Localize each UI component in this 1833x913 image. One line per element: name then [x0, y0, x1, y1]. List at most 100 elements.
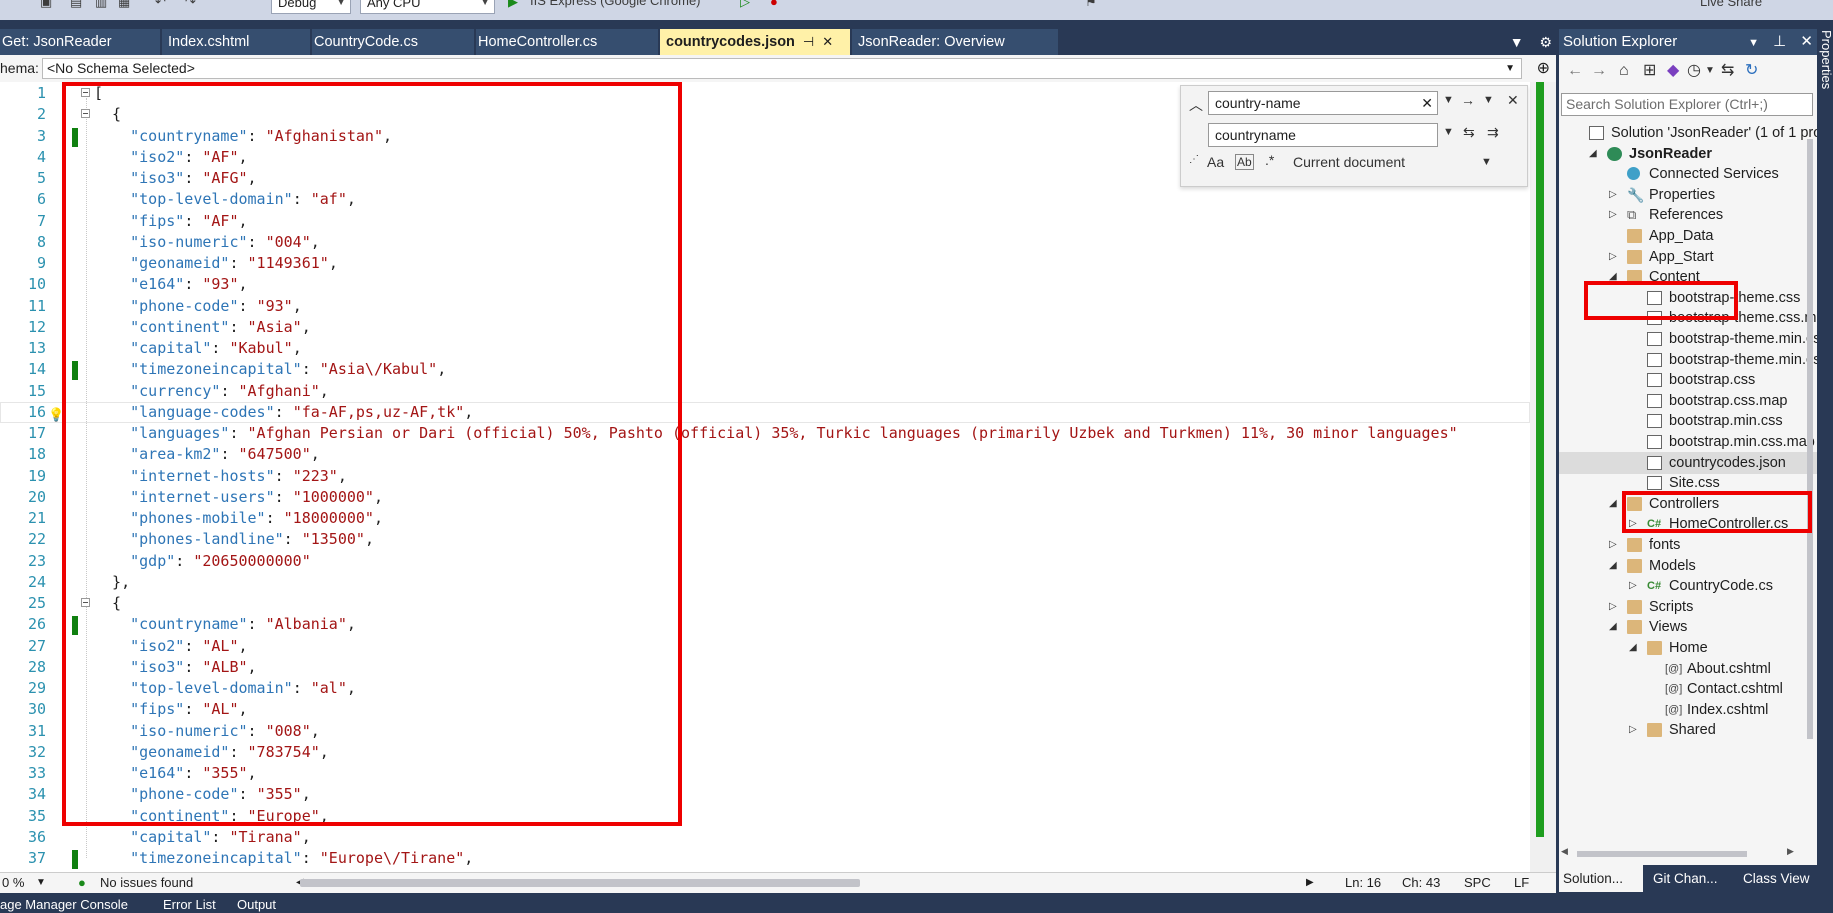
tree-item-bootstrap-theme-css-map[interactable]: bootstrap-theme.css.map	[1559, 307, 1817, 329]
code-line[interactable]: 8 "iso-numeric": "004",	[0, 232, 1530, 253]
chevron-down-icon[interactable]: ▼	[1483, 94, 1494, 106]
tree-item-home[interactable]: ◢ Home	[1559, 637, 1817, 659]
tree-item-fonts[interactable]: ▷ fonts	[1559, 534, 1817, 556]
tree-item-index-cshtml[interactable]: [@] Index.cshtml	[1559, 699, 1817, 721]
tree-item-countrycodes-json[interactable]: countrycodes.json	[1559, 451, 1817, 474]
run-icon[interactable]: ▶	[508, 0, 518, 10]
resize-grip-icon[interactable]: ⋰	[1189, 154, 1199, 165]
collapsed-chevron-icon[interactable]: ▷	[1609, 184, 1617, 206]
open-folder-icon[interactable]: ▤	[70, 0, 82, 10]
code-line[interactable]: 16 💡 "language-codes": "fa-AF,ps,uz-AF,tk…	[0, 401, 1530, 423]
tree-item-site-css[interactable]: Site.css	[1559, 472, 1817, 494]
split-editor-icon[interactable]: ⊕	[1537, 55, 1550, 82]
sync-icon[interactable]: ⇆	[1721, 55, 1734, 87]
tree-item-views[interactable]: ◢ Views	[1559, 616, 1817, 638]
forward-icon[interactable]: →	[1591, 55, 1607, 87]
tree-item-homecontroller-cs[interactable]: ▷ C# HomeController.cs	[1559, 513, 1817, 535]
expanded-chevron-icon[interactable]: ◢	[1609, 266, 1617, 288]
collapsed-chevron-icon[interactable]: ▷	[1609, 204, 1617, 226]
tree-item-scripts[interactable]: ▷ Scripts	[1559, 596, 1817, 618]
expanded-chevron-icon[interactable]: ◢	[1589, 143, 1597, 165]
tab-jsonreader-overview[interactable]: JsonReader: Overview	[852, 29, 1058, 55]
chevron-down-icon[interactable]: ▼	[1443, 94, 1454, 106]
scroll-left-icon[interactable]: ◀	[1561, 846, 1568, 857]
schema-dropdown[interactable]: <No Schema Selected> ▼	[42, 58, 1522, 79]
code-line[interactable]: 24 },	[0, 572, 1530, 593]
search-scope-value[interactable]: Current document	[1293, 154, 1405, 170]
pending-changes-icon[interactable]: ◷	[1687, 55, 1701, 87]
collapse-toggle-icon[interactable]	[81, 88, 90, 97]
code-line[interactable]: 6 "top-level-domain": "af",	[0, 189, 1530, 210]
chevron-down-icon[interactable]: ▼	[36, 873, 46, 893]
platform-dropdown[interactable]: Any CPU ▼	[360, 0, 495, 14]
editor-overview-margin[interactable]	[1530, 82, 1556, 872]
tree-item-bootstrap-theme-css[interactable]: bootstrap-theme.css	[1559, 287, 1817, 309]
tree-item-jsonreader[interactable]: ◢ JsonReader	[1559, 143, 1817, 165]
match-whole-word-icon[interactable]: Ab	[1235, 154, 1254, 170]
switch-views-icon[interactable]: ⊞	[1643, 55, 1656, 87]
tab-solution-explorer[interactable]: Solution...	[1559, 865, 1643, 892]
tab-get-jsonreader[interactable]: Get: JsonReader	[0, 29, 160, 55]
scroll-right-icon[interactable]: ▶	[1306, 873, 1314, 893]
tree-item-connected-services[interactable]: Connected Services	[1559, 163, 1817, 185]
run-target-label[interactable]: IIS Express (Google Chrome)	[530, 0, 701, 9]
home-icon[interactable]: ⌂	[1619, 55, 1629, 87]
tree-item-bootstrap-theme-min-css-map[interactable]: bootstrap-theme.min.css.map	[1559, 349, 1817, 371]
chevron-down-icon[interactable]: ▼	[1443, 126, 1454, 138]
regex-icon[interactable]: .*	[1265, 152, 1274, 168]
code-line[interactable]: 26 "countryname": "Albania",	[0, 614, 1530, 636]
code-line[interactable]: 19 "internet-hosts": "223",	[0, 466, 1530, 487]
collapsed-chevron-icon[interactable]: ▷	[1629, 513, 1637, 535]
code-line[interactable]: 13 "capital": "Kabul",	[0, 338, 1530, 359]
save-all-icon[interactable]: ▦	[118, 0, 130, 10]
code-line[interactable]: 31 "iso-numeric": "008",	[0, 721, 1530, 742]
tree-item-controllers[interactable]: ◢ Controllers	[1559, 493, 1817, 515]
tab-index-cshtml[interactable]: Index.cshtml	[162, 29, 310, 55]
code-line[interactable]: 27 "iso2": "AL",	[0, 636, 1530, 657]
replace-next-icon[interactable]: ⇆	[1463, 124, 1475, 141]
code-line[interactable]: 23 "gdp": "20650000000"	[0, 551, 1530, 572]
tree-item-properties[interactable]: ▷ 🔧 Properties	[1559, 184, 1817, 206]
refresh-icon[interactable]: ↻	[1745, 55, 1758, 87]
tab-output[interactable]: Output	[237, 896, 276, 913]
replace-input[interactable]: countryname	[1208, 123, 1438, 147]
chevron-down-icon[interactable]: ▼	[1748, 37, 1759, 49]
solution-search-input[interactable]: Search Solution Explorer (Ctrl+;)	[1561, 93, 1813, 116]
code-line[interactable]: 32 "geonameid": "783754",	[0, 742, 1530, 763]
tree-item-bootstrap-min-css[interactable]: bootstrap.min.css	[1559, 410, 1817, 432]
tree-item-shared[interactable]: ▷ Shared	[1559, 719, 1817, 741]
tab-error-list[interactable]: Error List	[163, 896, 216, 913]
save-icon[interactable]: ▥	[95, 0, 107, 10]
tab-list-dropdown-icon[interactable]: ▼	[1510, 34, 1524, 50]
expanded-chevron-icon[interactable]: ◢	[1629, 637, 1637, 659]
tab-class-view[interactable]: Class View	[1739, 865, 1817, 892]
stop-icon[interactable]: ●	[770, 0, 778, 10]
tree-item-references[interactable]: ▷ ⧉ References	[1559, 204, 1817, 226]
tree-item-app-start[interactable]: ▷ App_Start	[1559, 246, 1817, 268]
tab-homecontroller-cs[interactable]: HomeController.cs	[476, 29, 658, 55]
code-line[interactable]: 25 {	[0, 593, 1530, 614]
chevron-down-icon[interactable]: ▼	[1481, 156, 1492, 168]
vs-icon[interactable]: ◆	[1667, 55, 1679, 87]
code-line[interactable]: 30 "fips": "AL",	[0, 699, 1530, 720]
tree-item-about-cshtml[interactable]: [@] About.cshtml	[1559, 658, 1817, 680]
whitespace-mode-status[interactable]: SPC	[1464, 873, 1491, 893]
tree-item-bootstrap-min-css-map[interactable]: bootstrap.min.css.map	[1559, 431, 1817, 453]
horizontal-scrollbar[interactable]: ◀ ▶	[1561, 846, 1801, 859]
redo-icon[interactable]: ↷	[185, 0, 196, 10]
scroll-right-icon[interactable]: ▶	[1787, 846, 1794, 857]
zoom-level[interactable]: 0 %	[2, 873, 24, 893]
code-line[interactable]: 7 "fips": "AF",	[0, 211, 1530, 232]
code-line[interactable]: 21 "phones-mobile": "18000000",	[0, 508, 1530, 529]
code-line[interactable]: 20 "internet-users": "1000000",	[0, 487, 1530, 508]
tree-item-content[interactable]: ◢ Content	[1559, 266, 1817, 288]
code-line[interactable]: 11 "phone-code": "93",	[0, 296, 1530, 317]
gear-icon[interactable]: ⚙	[1539, 34, 1552, 50]
issues-status[interactable]: No issues found	[100, 873, 193, 893]
tab-countrycode-cs[interactable]: CountryCode.cs	[312, 29, 474, 55]
back-icon[interactable]: ←	[1567, 55, 1583, 87]
vertical-scrollbar[interactable]	[1807, 139, 1813, 739]
code-line[interactable]: 28 "iso3": "ALB",	[0, 657, 1530, 678]
tree-item-bootstrap-css[interactable]: bootstrap.css	[1559, 369, 1817, 391]
horizontal-scrollbar[interactable]	[300, 879, 860, 887]
